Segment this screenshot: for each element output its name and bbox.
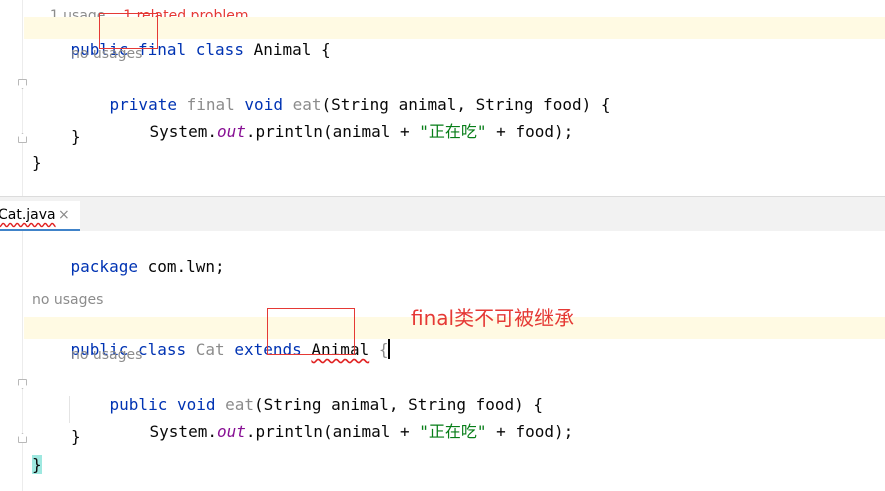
fold-toggle-icon[interactable]: [18, 379, 27, 389]
close-brace: }: [71, 127, 81, 146]
fold-toggle-icon[interactable]: [18, 133, 27, 143]
code-line-close-class: }: [32, 454, 885, 476]
code-line-println[interactable]: System.out.println(animal + "正在吃" + food…: [111, 399, 885, 441]
annotation-text: final类不可被继承: [411, 306, 575, 330]
keyword-class: class: [137, 340, 187, 359]
animal-highlight-box: [267, 308, 355, 355]
close-icon[interactable]: ×: [58, 201, 70, 229]
top-editor-pane[interactable]: 1 usage 1 related problem public final c…: [0, 0, 885, 196]
final-highlight-box: [99, 13, 158, 49]
indent-guide: [69, 396, 70, 423]
tab-label[interactable]: Cat.java: [0, 201, 56, 229]
package-name: com.lwn;: [137, 257, 225, 276]
code-line-close-method: }: [71, 126, 885, 148]
class-name-animal[interactable]: Animal: [254, 40, 312, 59]
editor-tab-bar: Cat.java ×: [0, 196, 885, 232]
bottom-editor-pane[interactable]: package com.lwn; no usages public class …: [0, 231, 885, 491]
fold-toggle-icon[interactable]: [18, 433, 27, 443]
keyword-package: package: [70, 257, 138, 276]
text-cursor: [388, 339, 391, 359]
keyword-class: class: [195, 40, 244, 59]
fold-toggle-icon[interactable]: [18, 79, 27, 89]
no-usages-hint[interactable]: no usages: [32, 292, 103, 308]
close-brace: }: [32, 153, 42, 172]
code-line-close-class: }: [32, 152, 885, 174]
code-line-println[interactable]: System.out.println(animal + "正在吃" + food…: [111, 99, 885, 141]
no-usages-hint[interactable]: no usages: [71, 347, 142, 363]
open-brace: {: [311, 40, 331, 59]
code-line-method-eat[interactable]: private final void eat(String animal, St…: [71, 72, 885, 114]
gutter-divider: [22, 0, 23, 196]
code-line-close-method: }: [71, 426, 885, 448]
tab-cat-java[interactable]: Cat.java ×: [0, 201, 80, 232]
code-line-method-eat[interactable]: public void eat(String animal, String fo…: [71, 372, 885, 414]
matched-close-brace: }: [32, 455, 42, 474]
class-name-cat[interactable]: Cat: [196, 340, 225, 359]
no-usages-hint[interactable]: no usages: [71, 46, 142, 62]
gutter-divider: [22, 231, 23, 491]
close-brace: }: [71, 427, 81, 446]
open-brace: {: [378, 340, 389, 359]
code-line-package[interactable]: package com.lwn;: [32, 234, 885, 276]
